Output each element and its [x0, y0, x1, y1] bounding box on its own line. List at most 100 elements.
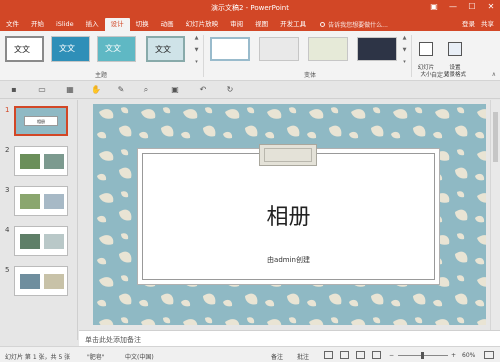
- variant-1[interactable]: [210, 37, 250, 61]
- reading-view-icon[interactable]: [356, 351, 365, 359]
- slide-number: 1: [5, 106, 10, 114]
- status-bar: 幻灯片 第 1 张，共 5 张 "肥皂" 中文(中国) 备注 批注 − + 60…: [0, 346, 500, 362]
- slide-1[interactable]: 相册 由admin创建: [93, 104, 486, 325]
- zoom-level[interactable]: 60%: [462, 352, 475, 359]
- zoom-slider-knob[interactable]: [421, 352, 424, 359]
- tab-design[interactable]: 设计: [104, 18, 130, 31]
- notes-button[interactable]: 备注: [271, 352, 283, 361]
- slide-thumb-4[interactable]: [14, 226, 68, 256]
- theme-thumb-teal[interactable]: 文文: [97, 36, 136, 62]
- touch-mode-icon[interactable]: ✋: [91, 85, 101, 95]
- lightbulb-icon: [320, 22, 326, 27]
- tab-view[interactable]: 视图: [249, 18, 274, 31]
- slide-count: 幻灯片 第 1 张，共 5 张: [5, 354, 71, 361]
- slide-thumb-3[interactable]: [14, 186, 68, 216]
- slide-number: 4: [5, 226, 10, 234]
- print-preview-icon[interactable]: ⌕: [141, 85, 151, 95]
- comments-button[interactable]: 批注: [297, 352, 309, 361]
- ribbon-display-options-icon[interactable]: ▣: [429, 2, 439, 11]
- slide-thumb-5[interactable]: [14, 266, 68, 296]
- group-divider: [203, 35, 204, 77]
- login-link[interactable]: 登录: [462, 18, 475, 31]
- theme-name: "肥皂": [87, 354, 105, 361]
- tab-home[interactable]: 开始: [25, 18, 50, 31]
- notes-pane[interactable]: 单击此处添加备注: [79, 330, 500, 346]
- scroll-down-icon[interactable]: ▼: [195, 47, 199, 53]
- theme-thumb-office[interactable]: 文文: [5, 36, 44, 62]
- zoom-in-icon[interactable]: +: [451, 352, 456, 359]
- theme-thumb-blue[interactable]: 文文: [51, 36, 90, 62]
- ribbon-tabs: 文件 开始 iSlide 插入 设计 切换 动画 幻灯片放映 审阅 视图 开发工…: [0, 16, 500, 31]
- slideshow-view-icon[interactable]: [372, 351, 381, 359]
- slide-thumb-2[interactable]: [14, 146, 68, 176]
- tab-developer[interactable]: 开发工具: [274, 18, 312, 31]
- slide-size-icon: [419, 42, 433, 56]
- notes-placeholder: 单击此处添加备注: [85, 336, 141, 344]
- slide-number: 5: [5, 266, 10, 274]
- tab-transitions[interactable]: 切换: [130, 18, 155, 31]
- save-icon[interactable]: ▪: [9, 85, 19, 95]
- scrollbar-thumb[interactable]: [493, 112, 498, 162]
- tab-insert[interactable]: 插入: [80, 18, 105, 31]
- tab-islide[interactable]: iSlide: [50, 18, 80, 31]
- variant-4[interactable]: [357, 37, 397, 61]
- language[interactable]: 中文(中国): [125, 352, 154, 361]
- fit-to-window-icon[interactable]: [484, 351, 494, 359]
- photo-thumb: [43, 273, 65, 290]
- window-title: 演示文稿2 - PowerPoint: [211, 4, 289, 12]
- tab-review[interactable]: 审阅: [224, 18, 249, 31]
- variant-2[interactable]: [259, 37, 299, 61]
- tab-file[interactable]: 文件: [0, 18, 25, 31]
- decorative-tab: [259, 144, 317, 166]
- minimize-button[interactable]: —: [448, 2, 458, 11]
- redo-icon[interactable]: ↻: [225, 85, 235, 95]
- tab-slideshow[interactable]: 幻灯片放映: [180, 18, 225, 31]
- format-painter-icon[interactable]: ✎: [116, 85, 126, 95]
- photo-thumb: [19, 273, 41, 290]
- quick-access-toolbar: ▪ ▭ ▦ ✋ ✎ ⌕ ▣ ↶ ↻: [0, 81, 500, 99]
- tell-me-box[interactable]: 告诉我您想要做什么...: [320, 18, 388, 31]
- slide-number: 2: [5, 146, 10, 154]
- photo-thumb: [43, 193, 65, 210]
- format-background-icon: [448, 42, 462, 56]
- scroll-up-icon[interactable]: ▲: [195, 35, 199, 41]
- slideshow-icon[interactable]: ▣: [170, 85, 180, 95]
- zoom-out-icon[interactable]: −: [389, 352, 394, 359]
- slide-sorter-icon[interactable]: [340, 351, 349, 359]
- photo-thumb: [43, 233, 65, 250]
- ribbon-design: 文文 文文 文文 文文 ▲ ▼ ▾ 主题 ▲ ▼ ▾ 变体 幻灯片 大小 设置 …: [0, 31, 500, 81]
- slide-number: 3: [5, 186, 10, 194]
- vertical-scrollbar[interactable]: [490, 100, 500, 340]
- variant-3[interactable]: [308, 37, 348, 61]
- undo-icon[interactable]: ↶: [198, 85, 208, 95]
- photo-thumb: [19, 153, 41, 170]
- more-icon[interactable]: ▾: [195, 59, 198, 65]
- tell-me-text: 告诉我您想要做什么...: [328, 22, 388, 29]
- more-icon[interactable]: ▾: [403, 59, 406, 65]
- slide-thumbnails-pane: 1 相册 2 3 4 5: [0, 100, 78, 340]
- tab-animations[interactable]: 动画: [155, 18, 180, 31]
- open-folder-icon[interactable]: ▭: [37, 85, 47, 95]
- close-button[interactable]: ✕: [486, 2, 496, 11]
- scroll-up-icon[interactable]: ▲: [403, 35, 407, 41]
- themes-scroll[interactable]: ▲ ▼ ▾: [193, 35, 200, 65]
- maximize-button[interactable]: ☐: [467, 2, 477, 11]
- new-slide-icon[interactable]: ▦: [65, 85, 75, 95]
- theme-thumb-soap[interactable]: 文文: [146, 36, 185, 62]
- variants-group-label: 变体: [304, 72, 317, 79]
- collapse-ribbon-icon[interactable]: ∧: [492, 71, 496, 78]
- slide-thumb-title: 相册: [24, 116, 58, 126]
- scroll-down-icon[interactable]: ▼: [403, 47, 407, 53]
- group-divider: [411, 35, 412, 77]
- photo-thumb: [19, 193, 41, 210]
- slide-thumb-1[interactable]: 相册: [14, 106, 68, 136]
- variants-scroll[interactable]: ▲ ▼ ▾: [401, 35, 408, 65]
- customize-group-label: 自定义: [431, 72, 450, 79]
- photo-thumb: [19, 233, 41, 250]
- slide-subtitle[interactable]: 由admin创建: [137, 255, 440, 265]
- title-bar: 演示文稿2 - PowerPoint ▣ — ☐ ✕: [0, 0, 500, 16]
- photo-thumb: [43, 153, 65, 170]
- slide-title[interactable]: 相册: [137, 199, 440, 231]
- share-button[interactable]: 共享: [481, 18, 494, 31]
- normal-view-icon[interactable]: [324, 351, 333, 359]
